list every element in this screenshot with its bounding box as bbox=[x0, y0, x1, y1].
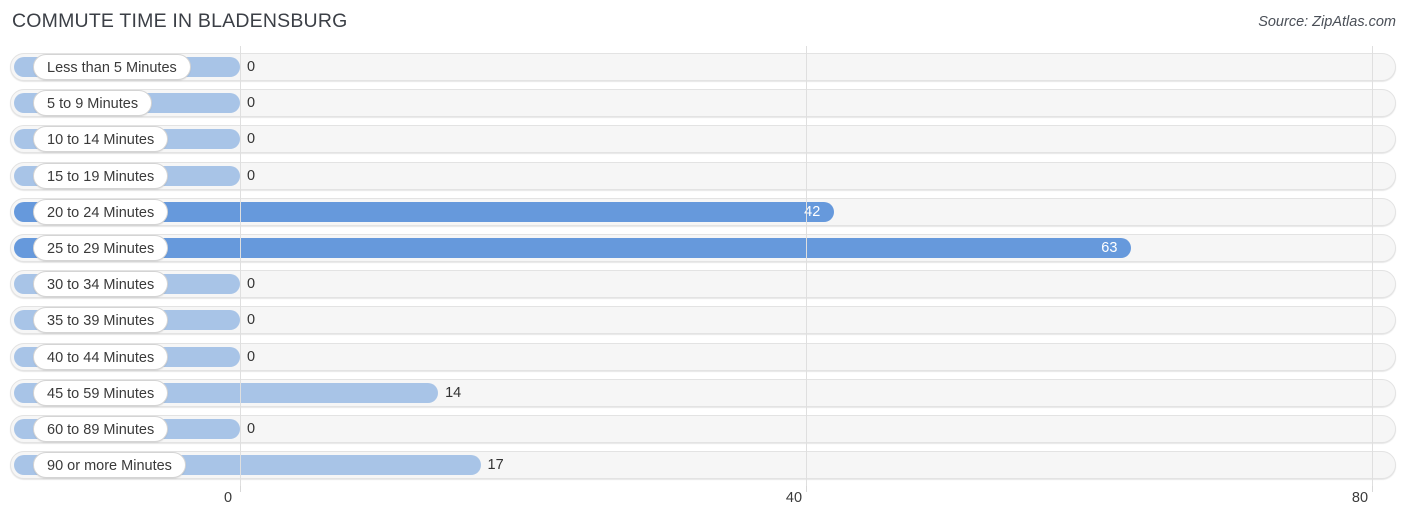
bar-value-label: 63 bbox=[1101, 240, 1118, 256]
chart-header: COMMUTE TIME IN BLADENSBURG Source: ZipA… bbox=[0, 0, 1406, 46]
chart-row[interactable]: 42 20 to 24 Minutes bbox=[10, 197, 1396, 226]
plot-area: 0 Less than 5 Minutes 0 5 to 9 Minutes 0 10 t… bbox=[0, 46, 1406, 486]
category-label[interactable]: 90 or more Minutes bbox=[33, 452, 186, 479]
category-label[interactable]: 40 to 44 Minutes bbox=[33, 343, 169, 370]
category-label[interactable]: Less than 5 Minutes bbox=[33, 54, 191, 80]
bar-value-label: 14 bbox=[445, 384, 462, 401]
axis-tick-label-40: 40 bbox=[785, 490, 803, 506]
category-label[interactable]: 5 to 9 Minutes bbox=[33, 90, 153, 117]
chart-row[interactable]: 0 15 to 19 Minutes bbox=[10, 161, 1396, 190]
category-label[interactable]: 30 to 34 Minutes bbox=[33, 271, 169, 298]
chart-row[interactable]: 0 35 to 39 Minutes bbox=[10, 306, 1396, 335]
axis-tick-0 bbox=[240, 486, 241, 492]
category-label[interactable]: 35 to 39 Minutes bbox=[33, 307, 169, 334]
category-label[interactable]: 60 to 89 Minutes bbox=[33, 416, 169, 442]
category-label[interactable]: 10 to 14 Minutes bbox=[33, 126, 169, 153]
axis-tick-label-0: 0 bbox=[223, 490, 233, 506]
chart-row[interactable]: 17 90 or more Minutes bbox=[10, 451, 1396, 480]
chart-row[interactable]: 0 60 to 89 Minutes bbox=[10, 415, 1396, 443]
bar-value-label: 0 bbox=[247, 348, 256, 365]
bar-value-label: 0 bbox=[247, 59, 256, 75]
category-label[interactable]: 20 to 24 Minutes bbox=[33, 198, 169, 225]
bar-value-label: 0 bbox=[247, 95, 256, 112]
bar-6[interactable] bbox=[14, 238, 1132, 258]
axis-tick-80 bbox=[1372, 486, 1373, 492]
chart-row[interactable]: 0 10 to 14 Minutes bbox=[10, 125, 1396, 154]
bar-value-label: 17 bbox=[487, 457, 504, 474]
chart-row[interactable]: 0 Less than 5 Minutes bbox=[10, 53, 1396, 81]
axis-tick-label-80: 80 bbox=[1351, 490, 1369, 506]
category-label[interactable]: 45 to 59 Minutes bbox=[33, 379, 169, 406]
chart-row[interactable]: 0 5 to 9 Minutes bbox=[10, 89, 1396, 118]
bar-value-label: 42 bbox=[804, 203, 821, 220]
bar-value-label: 0 bbox=[247, 421, 256, 437]
chart-row[interactable]: 63 25 to 29 Minutes bbox=[10, 234, 1396, 262]
axis-tick-40 bbox=[806, 486, 807, 492]
bar-value-label: 0 bbox=[247, 131, 256, 148]
x-axis: 0 40 80 bbox=[0, 486, 1406, 524]
chart-row[interactable]: 0 30 to 34 Minutes bbox=[10, 270, 1396, 299]
bar-value-label: 0 bbox=[247, 276, 256, 293]
chart-row[interactable]: 14 45 to 59 Minutes bbox=[10, 378, 1396, 407]
bar-value-label: 0 bbox=[247, 312, 256, 329]
category-label[interactable]: 25 to 29 Minutes bbox=[33, 235, 169, 261]
page-title: COMMUTE TIME IN BLADENSBURG bbox=[12, 10, 348, 32]
bar-value-label: 0 bbox=[247, 167, 256, 184]
chart-row[interactable]: 0 40 to 44 Minutes bbox=[10, 342, 1396, 371]
source-attribution: Source: ZipAtlas.com bbox=[1258, 14, 1396, 30]
category-label[interactable]: 15 to 19 Minutes bbox=[33, 162, 169, 189]
